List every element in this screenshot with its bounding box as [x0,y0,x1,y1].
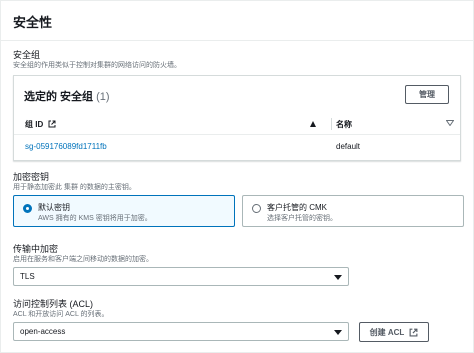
column-header-name[interactable]: 名称 [336,119,352,130]
default-key-title: 默认密钥 [38,203,70,212]
column-label-name: 名称 [336,120,352,129]
caret-down-icon [334,330,342,335]
caret-down-icon [334,275,342,280]
column-divider [331,118,332,130]
transit-encryption-value: TLS [20,272,35,281]
radio-selected-icon[interactable] [23,204,32,213]
column-label-group-id: 组 ID [25,120,44,129]
section-title: 安全性 [1,1,473,41]
security-group-label: 安全组 [13,50,41,60]
manage-button[interactable]: 管理 [405,85,449,104]
encryption-key-label: 加密密钥 [13,172,50,182]
create-acl-button[interactable]: 创建 ACL [359,322,429,342]
transit-encryption-select[interactable]: TLS [13,267,349,286]
security-panel: 安全性 安全组 安全组的作用类似于控制对集群的网络访问的防火墙。 选定的 安全组… [0,0,474,353]
acl-description: ACL 和开放访问 ACL 的列表。 [13,311,109,318]
create-acl-label: 创建 ACL [369,327,405,337]
table-title: 选定的 安全组 (1) [24,88,110,104]
column-header-group-id[interactable]: 组 ID [25,119,56,130]
encryption-key-field: 加密密钥 用于静态加密此 集群 的数据的主密钥。 [13,172,461,193]
encryption-key-description: 用于静态加密此 集群 的数据的主密钥。 [13,184,136,191]
external-link-icon [409,328,418,337]
table-header: 组 ID 名称 [14,113,460,135]
default-key-description: AWS 拥有的 KMS 密钥将用于加密。 [38,215,152,222]
customer-managed-cmk-option[interactable]: 客户托管的 CMK 选择客户托管的密钥。 [242,195,464,227]
security-group-field: 安全组 安全组的作用类似于控制对集群的网络访问的防火墙。 [13,50,461,71]
security-group-id-link[interactable]: sg-059176089fd1711fb [25,142,107,151]
external-link-icon [48,120,56,128]
table-count: (1) [96,91,110,103]
acl-field: 访问控制列表 (ACL) ACL 和开放访问 ACL 的列表。 [13,299,461,320]
table-row: sg-059176089fd1711fb default [14,136,460,160]
acl-value: open-access [20,327,66,336]
table-title-text: 选定的 安全组 [24,91,94,103]
default-key-option[interactable]: 默认密钥 AWS 拥有的 KMS 密钥将用于加密。 [13,195,235,227]
customer-managed-cmk-description: 选择客户托管的密钥。 [267,215,337,222]
transit-encryption-description: 启用在服务和客户端之间移动的数据的加密。 [13,256,153,263]
radio-unselected-icon[interactable] [252,204,261,213]
acl-select[interactable]: open-access [13,322,349,341]
transit-encryption-field: 传输中加密 启用在服务和客户端之间移动的数据的加密。 [13,244,461,265]
security-group-name: default [336,142,361,151]
transit-encryption-label: 传输中加密 [13,244,59,254]
security-group-table: 选定的 安全组 (1) 管理 组 ID 名称 sg-059176089fd171… [13,75,461,161]
security-group-description: 安全组的作用类似于控制对集群的网络访问的防火墙。 [13,62,181,69]
sort-ascending-icon[interactable] [310,121,316,127]
sort-descending-icon[interactable] [446,120,454,126]
customer-managed-cmk-title: 客户托管的 CMK [267,203,327,212]
acl-label: 访问控制列表 (ACL) [13,299,94,309]
